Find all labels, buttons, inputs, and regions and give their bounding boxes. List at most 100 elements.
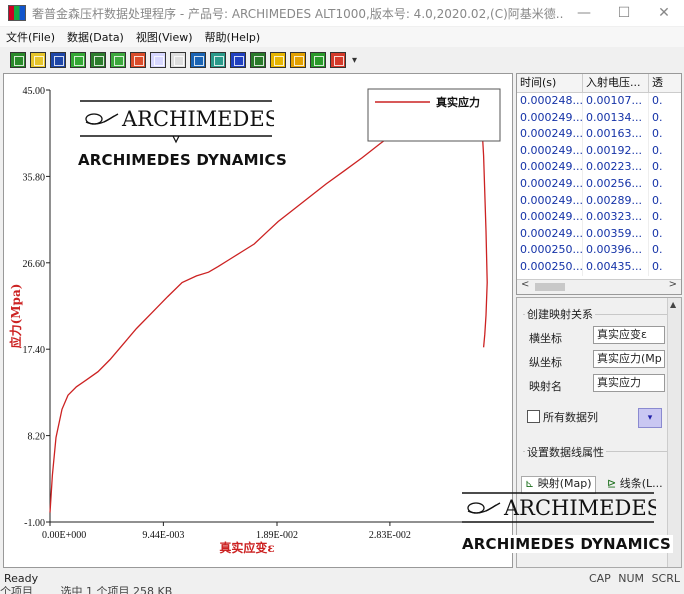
explorer-status-strip: 个项目 选中 1 个项目 258 KB [0,586,684,594]
archimedes-logo-graphic: ARCHIMEDES [462,492,661,523]
tab-map-label: 映射(Map) [537,477,592,490]
table-icon[interactable] [90,52,106,68]
menu-help[interactable]: 帮助(Help) [199,29,267,45]
cell-incident-voltage[interactable]: 0.00289... [583,192,649,210]
mapping-group-title: 创建映射关系 [525,306,595,322]
tab-line-label: 线条(L... [619,477,663,490]
cell-time[interactable]: 0.000249... [517,126,583,143]
scroll-left-icon[interactable]: < [521,279,529,290]
cell-time[interactable]: 0.000249... [517,209,583,226]
legend-box [367,88,501,142]
y-axis-select[interactable]: 真实应力(Mp [593,350,665,368]
open-file-icon[interactable] [30,52,46,68]
stop-icon[interactable] [230,52,246,68]
x-tick-label: 1.89E-002 [256,530,298,541]
x-axis-title: 真实应变ε [219,540,274,555]
cell-incident-voltage[interactable]: 0.00223... [583,159,649,176]
mapping-name-input[interactable]: 真实应力 [593,374,665,392]
minimize-button[interactable]: — [564,5,604,21]
color-icon[interactable] [250,52,266,68]
y-axis-label: 纵坐标 [529,356,562,369]
cell-incident-voltage[interactable]: 0.00435... [583,258,649,276]
open-folder-icon[interactable] [10,52,26,68]
column-header-time[interactable]: 时间(s) [517,74,583,93]
cell-transmitted[interactable]: 0. [649,143,681,160]
cell-time[interactable]: 0.000249... [517,192,583,210]
cell-time[interactable]: 0.000249... [517,109,583,127]
logo-subtitle: ARCHIMEDES DYNAMICS [78,151,287,169]
refresh-icon[interactable] [190,52,206,68]
explorer-item-count: 个项目 [0,586,33,594]
toolbar-more-icon[interactable]: ▾ [352,55,357,66]
x-axis-select[interactable]: 真实应变ε [593,326,665,344]
mapping-icon[interactable] [150,52,166,68]
cell-transmitted[interactable]: 0. [649,93,681,110]
data-table[interactable]: 时间(s) 入射电压... 透 0.000248... 0.00107... 0. 0… [516,73,682,295]
export-icon[interactable] [330,52,346,68]
grid-icon[interactable] [110,52,126,68]
help-icon[interactable] [270,52,286,68]
tools-icon[interactable] [310,52,326,68]
cell-transmitted[interactable]: 0. [649,126,681,143]
cell-transmitted[interactable]: 0. [649,176,681,193]
cell-time[interactable]: 0.000248... [517,93,583,110]
scroll-right-icon[interactable]: > [669,279,677,290]
panel-vertical-scrollbar[interactable]: ▲ [667,298,681,567]
cell-transmitted[interactable]: 0. [649,110,681,127]
edit-icon[interactable] [290,52,306,68]
cell-transmitted[interactable]: 0. [649,209,681,226]
save-icon[interactable] [50,52,66,68]
chart-icon[interactable] [130,52,146,68]
window-icon[interactable] [210,52,226,68]
scrollbar-thumb[interactable] [535,283,565,291]
x-tick-label: 0.00E+000 [42,530,86,541]
line-tab-icon: ⊵ [607,477,620,490]
y-tick-label: -1.00 [24,518,45,529]
cell-transmitted[interactable]: 0. [649,242,681,259]
import-icon[interactable] [70,52,86,68]
scroll-up-icon[interactable]: ▲ [670,300,676,309]
cell-time[interactable]: 0.000249... [517,142,583,160]
logo-brand-text: ARCHIMEDES [121,107,274,131]
cell-incident-voltage[interactable]: 0.00396... [583,242,649,259]
color-picker-button[interactable]: ▾ [638,408,662,428]
cell-transmitted[interactable]: 0. [649,159,681,176]
menu-file[interactable]: 文件(File) [0,29,61,45]
cell-incident-voltage[interactable]: 0.00359... [583,225,649,243]
status-bar: Ready CAP NUM SCRL [0,570,684,586]
chart-area[interactable]: -1.00 8.20 17.40 26.60 35.80 45.00 0.00E+000 9.… [3,73,661,568]
archimedes-logo-bottom: ARCHIMEDES [460,490,661,529]
cell-time[interactable]: 0.000249... [517,225,583,243]
cell-transmitted[interactable]: 0. [649,259,681,276]
y-tick-label: 26.60 [23,259,46,270]
x-tick-label: 2.83E-002 [369,530,411,541]
cell-time[interactable]: 0.000250... [517,258,583,276]
menu-bar: 文件(File) 数据(Data) 视图(View) 帮助(Help) [0,27,684,47]
cell-time[interactable]: 0.000250... [517,242,583,259]
maximize-button[interactable]: ☐ [604,5,644,21]
all-columns-checkbox[interactable] [527,410,540,423]
menu-data[interactable]: 数据(Data) [61,29,130,45]
cell-incident-voltage[interactable]: 0.00323... [583,209,649,226]
curve-icon[interactable] [170,52,186,68]
column-header-transmitted[interactable]: 透 [649,74,681,93]
window-title: 奢普金森压杆数据处理程序 - 产品号: ARCHIMEDES ALT1000,版… [32,6,564,21]
cell-time[interactable]: 0.000249... [517,175,583,193]
title-bar: 奢普金森压杆数据处理程序 - 产品号: ARCHIMEDES ALT1000,版… [0,0,684,26]
column-header-incident-voltage[interactable]: 入射电压... [583,74,649,93]
cell-incident-voltage[interactable]: 0.00134... [583,109,649,127]
cell-incident-voltage[interactable]: 0.00192... [583,142,649,160]
menu-view[interactable]: 视图(View) [130,29,199,45]
x-axis-label: 横坐标 [529,332,562,345]
cell-transmitted[interactable]: 0. [649,193,681,210]
cell-incident-voltage[interactable]: 0.00163... [583,126,649,143]
table-horizontal-scrollbar[interactable]: < > [517,279,681,294]
map-tab-icon: ⊾ [525,477,538,490]
cell-transmitted[interactable]: 0. [649,226,681,243]
all-columns-label: 所有数据列 [543,411,598,424]
cell-time[interactable]: 0.000249... [517,159,583,176]
cell-incident-voltage[interactable]: 0.00107... [583,93,649,110]
y-axis-title: 应力(Mpa) [8,284,23,349]
cell-incident-voltage[interactable]: 0.00256... [583,175,649,193]
close-button[interactable]: ✕ [644,5,684,21]
